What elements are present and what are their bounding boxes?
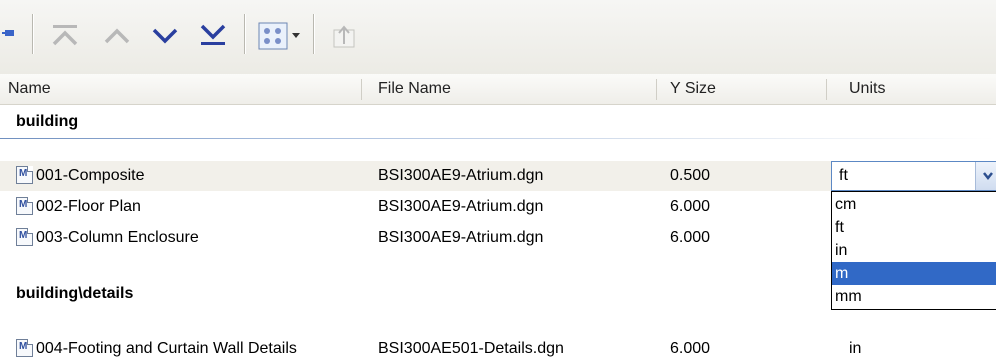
move-up-icon[interactable] <box>102 26 132 46</box>
column-header-file-name[interactable]: File Name <box>378 74 451 104</box>
upload-icon[interactable] <box>333 22 355 48</box>
column-header-name[interactable]: Name <box>8 74 51 104</box>
units-option-ft[interactable]: ft <box>832 216 996 239</box>
column-header-y-size[interactable]: Y Size <box>670 74 716 104</box>
row-y-size: 0.500 <box>670 167 711 184</box>
units-combobox[interactable]: ft <box>831 161 996 191</box>
move-down-icon[interactable] <box>150 26 180 46</box>
view-options-icon[interactable] <box>258 22 288 50</box>
row-file-name: BSI300AE9-Atrium.dgn <box>378 198 544 215</box>
toolbar-separator <box>244 14 245 54</box>
units-option-m[interactable]: m <box>832 262 996 285</box>
units-option-cm[interactable]: cm <box>832 193 996 216</box>
column-divider[interactable] <box>656 79 657 100</box>
group-divider <box>0 138 996 139</box>
row-y-size: 6.000 <box>670 198 711 215</box>
model-icon: M <box>16 166 33 184</box>
row-units: in <box>849 340 862 357</box>
row-name: 003-Column Enclosure <box>36 229 199 246</box>
column-header-units[interactable]: Units <box>849 74 885 104</box>
units-option-mm[interactable]: mm <box>832 285 996 308</box>
column-divider[interactable] <box>361 79 362 100</box>
row-name: 002-Floor Plan <box>36 198 141 215</box>
chevron-down-icon[interactable] <box>975 162 996 190</box>
row-file-name: BSI300AE9-Atrium.dgn <box>378 167 544 184</box>
move-top-icon[interactable] <box>50 22 80 48</box>
row-name: 001-Composite <box>36 167 145 184</box>
group-header-building[interactable]: building <box>16 113 78 131</box>
toolbar-separator <box>32 14 33 54</box>
toolbar-separator <box>313 14 314 54</box>
model-icon: M <box>16 197 33 215</box>
row-file-name: BSI300AE501-Details.dgn <box>378 340 564 357</box>
table-row[interactable]: M 004-Footing and Curtain Wall Details B… <box>0 334 996 364</box>
units-combobox-value: ft <box>839 167 848 184</box>
model-icon: M <box>16 339 33 357</box>
row-y-size: 6.000 <box>670 340 711 357</box>
row-name: 004-Footing and Curtain Wall Details <box>36 340 297 357</box>
units-option-in[interactable]: in <box>832 239 996 262</box>
row-file-name: BSI300AE9-Atrium.dgn <box>378 229 544 246</box>
toolbar <box>0 0 996 74</box>
units-dropdown-list: cm ft in m mm <box>831 191 996 310</box>
column-divider[interactable] <box>826 79 827 100</box>
pin-icon[interactable] <box>2 26 16 40</box>
group-header-building-details[interactable]: building\details <box>16 285 133 303</box>
model-icon: M <box>16 228 33 246</box>
row-y-size: 6.000 <box>670 229 711 246</box>
move-bottom-icon[interactable] <box>198 22 228 48</box>
dropdown-arrow-icon[interactable] <box>291 32 301 40</box>
column-header: Name File Name Y Size Units <box>0 74 996 105</box>
